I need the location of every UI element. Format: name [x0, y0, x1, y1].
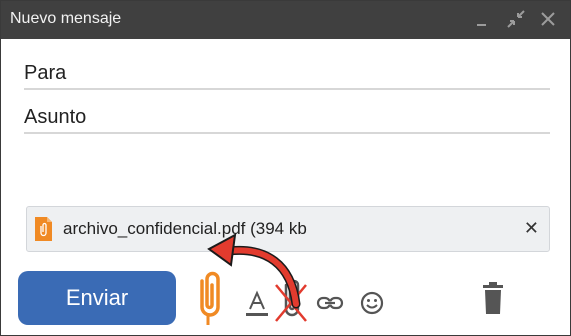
format-text-icon[interactable]: [244, 289, 270, 319]
attach-icon[interactable]: [192, 271, 224, 325]
compose-window: Nuevo mensaje Para Asunto archivo_confid…: [0, 0, 571, 336]
remove-attachment-icon[interactable]: ✕: [524, 218, 539, 239]
attachment-chip[interactable]: archivo_confidencial.pdf (394 kb ✕: [26, 206, 550, 252]
to-field[interactable]: Para: [24, 58, 550, 90]
send-button[interactable]: Enviar: [18, 271, 176, 325]
window-title: Nuevo mensaje: [10, 10, 122, 27]
exit-fullscreen-icon[interactable]: [504, 7, 528, 31]
link-icon[interactable]: [315, 289, 345, 317]
minimize-icon[interactable]: [470, 7, 494, 31]
to-label: Para: [24, 62, 67, 84]
title-bar: Nuevo mensaje: [1, 1, 570, 39]
subject-field[interactable]: Asunto: [24, 102, 550, 134]
attachment-name: archivo_confidencial.pdf (394 kb: [63, 219, 307, 238]
subject-label: Asunto: [24, 106, 87, 128]
attach-disabled-icon: [275, 279, 307, 322]
pdf-file-icon: [35, 217, 52, 241]
emoji-icon[interactable]: [358, 289, 386, 317]
trash-icon[interactable]: [479, 280, 507, 316]
close-icon[interactable]: [536, 7, 560, 31]
